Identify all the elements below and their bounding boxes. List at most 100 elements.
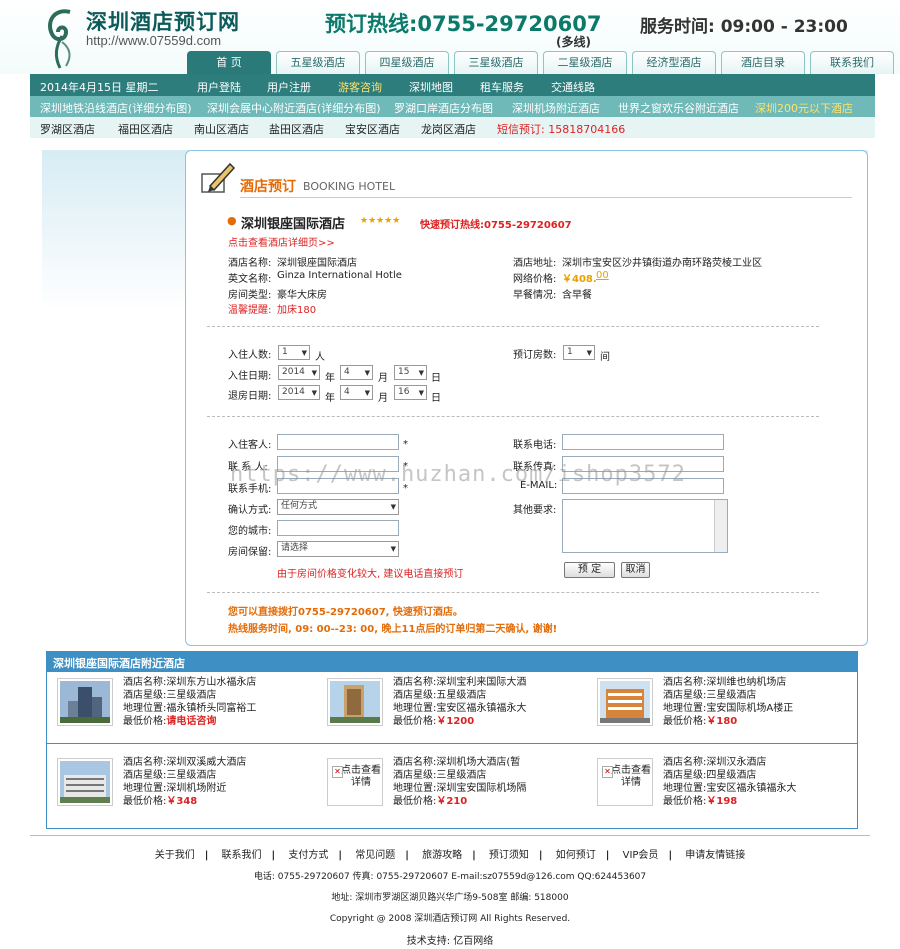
footer-link-faq[interactable]: 常见问题 [355,850,395,861]
other-textarea[interactable] [562,499,728,553]
nav2-luohu-port[interactable]: 罗湖口岸酒店分布图 [394,100,493,116]
nav-map[interactable]: 深圳地图 [409,79,453,95]
pen-icon [201,162,236,193]
district-yantian[interactable]: 盐田区酒店 [269,121,324,137]
list-item[interactable]: 点击查看详情 酒店名称:深圳汉永酒店 酒店星级:四星级酒店 地理位置:宝安区福永… [587,754,857,820]
nav2-airport[interactable]: 深圳机场附近酒店 [512,100,600,116]
site-url[interactable]: http://www.07559d.com [86,33,221,48]
confirm-select[interactable]: 任何方式 [277,499,399,515]
hotel-name[interactable]: 深圳维也纳机场店 [706,677,786,688]
nav2-metro[interactable]: 深圳地铁沿线酒店(详细分布图) [40,100,192,116]
no-image-placeholder[interactable]: 点击查看详情 [327,758,383,806]
no-image-placeholder[interactable]: 点击查看详情 [597,758,653,806]
footer-link-friend[interactable]: 申请友情链接 [685,850,745,861]
checkin-year-select[interactable]: 2014 [278,365,320,380]
nav2-under-200[interactable]: 深圳200元以下酒店 [755,100,853,116]
hotel-name[interactable]: 深圳宝利来国际大酒 [436,677,526,688]
tab-home[interactable]: 首 页 [187,51,271,74]
footer-link-howto[interactable]: 如何预订 [556,850,596,861]
checkout-label: 退房日期: [228,391,272,402]
nearby-title: 深圳银座国际酒店附近酒店 [47,652,857,672]
footer-link-vip[interactable]: VIP会员 [623,850,659,861]
hotel-thumbnail[interactable] [327,678,383,726]
hotline-sub: (多线) [556,35,591,49]
district-longgang[interactable]: 龙岗区酒店 [421,121,476,137]
guests-unit: 人 [315,352,325,363]
hotel-info: 酒店名称:深圳维也纳机场店 酒店星级:三星级酒店 地理位置:宝安国际机场A楼正 … [663,677,794,727]
fax-input[interactable] [562,456,724,472]
list-item[interactable]: 点击查看详情 酒店名称:深圳机场大酒店(暂 酒店星级:三星级酒店 地理位置:深圳… [317,754,587,820]
guest-name-input[interactable] [277,434,399,450]
hotel-name[interactable]: 深圳汉永酒店 [706,757,766,768]
district-baoan[interactable]: 宝安区酒店 [345,121,400,137]
district-futian[interactable]: 福田区酒店 [118,121,173,137]
day-unit: 日 [431,373,441,384]
textarea-scrollbar[interactable] [714,500,727,552]
footer-link-payment[interactable]: 支付方式 [288,850,328,861]
hotel-thumbnail[interactable] [597,678,653,726]
checkin-month-select[interactable]: 4 [340,365,373,380]
tab-two-star[interactable]: 二星级酒店 [543,51,627,74]
nav2-window-of-world[interactable]: 世界之窗欢乐谷附近酒店 [618,100,739,116]
tab-three-star[interactable]: 三星级酒店 [454,51,538,74]
hotel-name[interactable]: 深圳东方山水福永店 [166,677,256,688]
logo-icon [48,9,71,69]
tab-directory[interactable]: 酒店目录 [721,51,805,74]
tab-contact[interactable]: 联系我们 [810,51,894,74]
mobile-input[interactable] [277,478,399,494]
hotel-name[interactable]: 深圳双溪威大酒店 [166,757,246,768]
footer-divider [30,835,870,836]
cn-name-label: 酒店名称: [228,258,272,269]
checkout-year-select[interactable]: 2014 [278,385,320,400]
footer-copyright: Copyright @ 2008 深圳酒店预订网 All Rights Rese… [329,914,571,924]
hold-select[interactable]: 请选择 [277,541,399,557]
tab-budget[interactable]: 经济型酒店 [632,51,716,74]
nav-consult[interactable]: 游客咨询 [338,79,382,95]
main-tabs: 首 页 五星级酒店 四星级酒店 三星级酒店 二星级酒店 经济型酒店 酒店目录 联… [187,51,899,74]
footer-link-about[interactable]: 关于我们 [155,850,195,861]
site-name: 深圳酒店预订网 [86,10,240,34]
checkout-day-select[interactable]: 16 [394,385,427,400]
phone-input[interactable] [562,434,724,450]
month-unit: 月 [378,373,388,384]
confirm-label: 确认方式: [228,505,272,516]
nav-transport[interactable]: 交通线路 [551,79,595,95]
submit-button[interactable]: 预 定 [564,562,615,578]
cancel-button[interactable]: 取消 [621,562,650,578]
list-item[interactable]: 酒店名称:深圳宝利来国际大酒 酒店星级:五星级酒店 地理位置:宝安区福永镇福永大… [317,674,587,740]
tab-five-star[interactable]: 五星级酒店 [276,51,360,74]
footer-link-notice[interactable]: 预订须知 [489,850,529,861]
footer-link-contact[interactable]: 联系我们 [222,850,262,861]
footer-link-travel[interactable]: 旅游攻略 [422,850,462,861]
rooms-select[interactable]: 1 [563,345,595,360]
checkin-label: 入住日期: [228,371,272,382]
district-luohu[interactable]: 罗湖区酒店 [40,121,95,137]
city-label: 您的城市: [228,526,272,537]
checkout-month-select[interactable]: 4 [340,385,373,400]
hotel-detail-link[interactable]: 点击查看酒店详细页>> [228,234,335,249]
email-input[interactable] [562,478,724,494]
year-unit: 年 [325,393,335,404]
hotel-thumbnail[interactable] [57,758,113,806]
footer-tech: 技术支持: 亿百网络 [406,936,494,947]
nav-login[interactable]: 用户登陆 [197,79,241,95]
booking-title-en: BOOKING HOTEL [303,180,396,193]
current-date: 2014年4月15日 星期二 [40,81,159,94]
contact-input[interactable] [277,456,399,472]
nav-car-rental[interactable]: 租车服务 [480,79,524,95]
list-item[interactable]: 酒店名称:深圳东方山水福永店 酒店星级:三星级酒店 地理位置:福永镇桥头同富裕工… [47,674,317,740]
divider [207,592,819,593]
hotel-name[interactable]: 深圳机场大酒店(暂 [436,757,520,768]
checkin-day-select[interactable]: 15 [394,365,427,380]
district-nanshan[interactable]: 南山区酒店 [194,121,249,137]
list-item[interactable]: 酒店名称:深圳双溪威大酒店 酒店星级:三星级酒店 地理位置:深圳机场附近 最低价… [47,754,317,820]
guests-select[interactable]: 1 [278,345,310,360]
list-item[interactable]: 酒店名称:深圳维也纳机场店 酒店星级:三星级酒店 地理位置:宝安国际机场A楼正 … [587,674,857,740]
nav2-convention[interactable]: 深圳会展中心附近酒店(详细分布图) [207,100,381,116]
tab-four-star[interactable]: 四星级酒店 [365,51,449,74]
nearby-hotels: 深圳银座国际酒店附近酒店 酒店名称:深圳东方山水福永店 酒店星级:三星级酒店 地… [46,651,858,829]
hotel-thumbnail[interactable] [57,678,113,726]
room-type-value: 豪华大床房 [277,290,327,301]
nav-register[interactable]: 用户注册 [267,79,311,95]
city-input[interactable] [277,520,399,536]
